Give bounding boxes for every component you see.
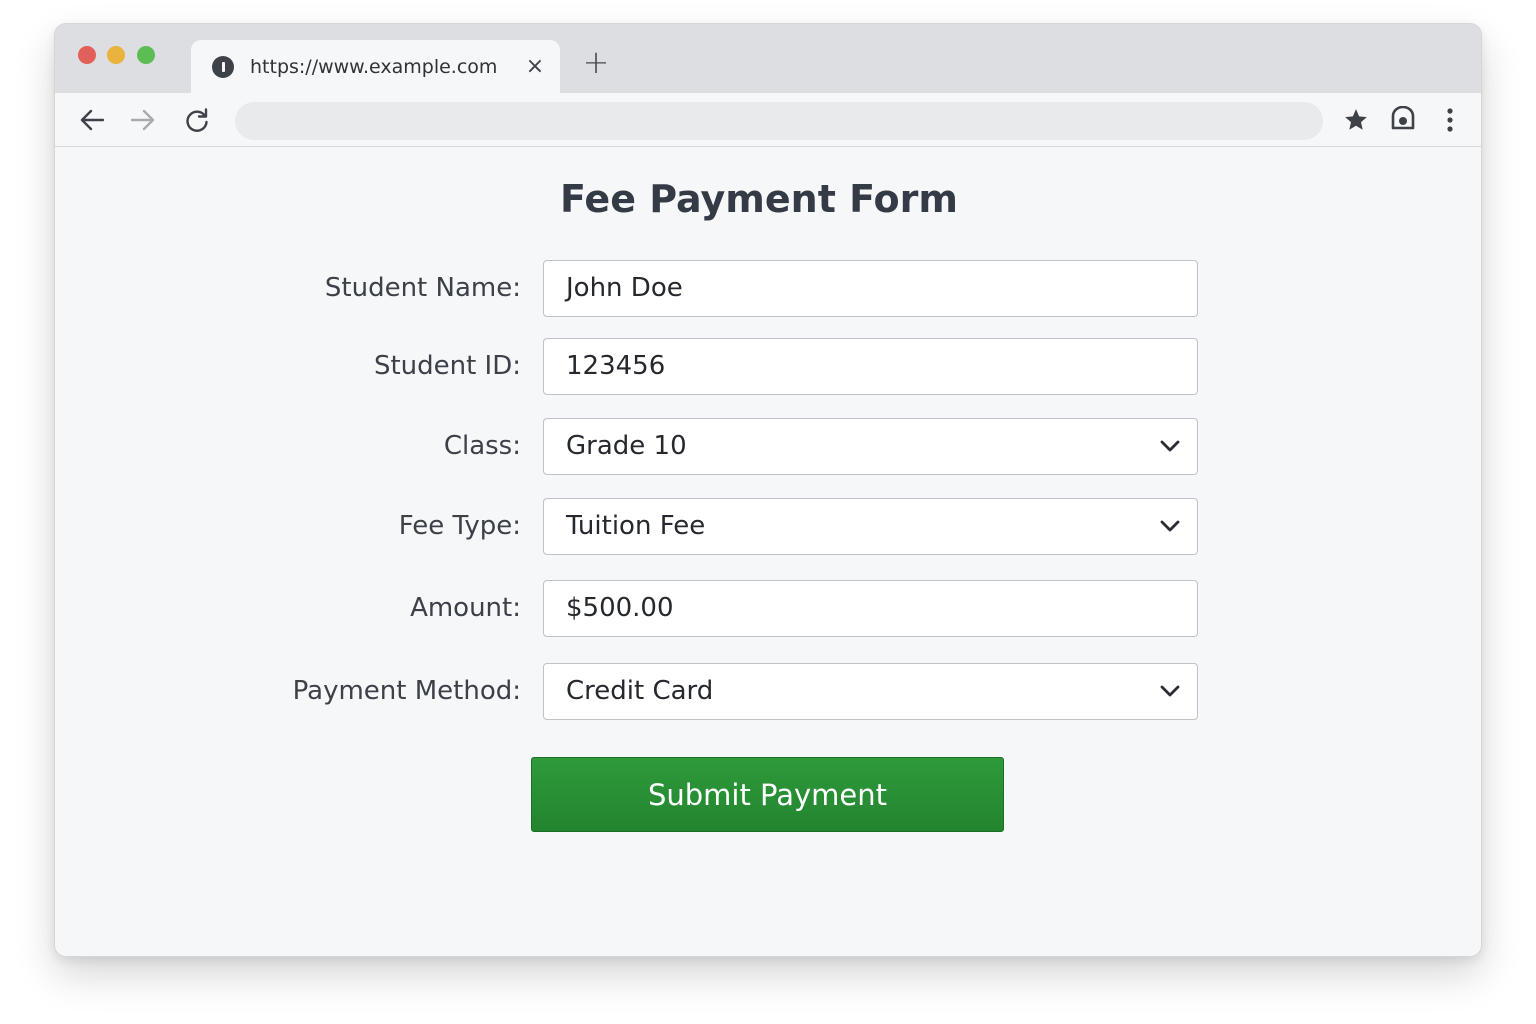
fee-type-row: Fee Type: Tuition Fee bbox=[55, 498, 1481, 555]
star-icon[interactable] bbox=[1341, 105, 1371, 135]
fee-type-value: Tuition Fee bbox=[566, 511, 706, 541]
amount-value: $500.00 bbox=[566, 593, 674, 623]
back-arrow-icon[interactable] bbox=[77, 105, 107, 135]
class-value: Grade 10 bbox=[566, 431, 687, 461]
chevron-down-icon bbox=[1160, 685, 1180, 697]
chevron-down-icon bbox=[1160, 440, 1180, 452]
payment-method-row: Payment Method: Credit Card bbox=[55, 663, 1481, 720]
close-tab-icon[interactable]: × bbox=[522, 53, 548, 81]
extension-icon[interactable] bbox=[1388, 105, 1418, 135]
tab-strip: https://www.example.com × + bbox=[55, 24, 1481, 93]
payment-method-select[interactable]: Credit Card bbox=[543, 663, 1198, 720]
new-tab-button[interactable]: + bbox=[582, 46, 610, 78]
page-content: Fee Payment Form Student Name: John Doe … bbox=[55, 147, 1481, 956]
amount-label: Amount: bbox=[410, 593, 521, 623]
browser-toolbar bbox=[55, 93, 1481, 147]
tab-title: https://www.example.com bbox=[250, 56, 498, 78]
payment-method-label: Payment Method: bbox=[292, 676, 521, 706]
reload-icon[interactable] bbox=[182, 105, 212, 135]
info-icon bbox=[212, 56, 234, 78]
minimize-window-button[interactable] bbox=[107, 46, 125, 64]
browser-window: https://www.example.com × + Fee Payment … bbox=[54, 23, 1482, 957]
forward-arrow-icon[interactable] bbox=[128, 105, 158, 135]
class-row: Class: Grade 10 bbox=[55, 418, 1481, 475]
maximize-window-button[interactable] bbox=[137, 46, 155, 64]
address-bar[interactable] bbox=[235, 102, 1323, 140]
student-name-row: Student Name: John Doe bbox=[55, 260, 1481, 317]
amount-row: Amount: $500.00 bbox=[55, 580, 1481, 637]
student-id-row: Student ID: 123456 bbox=[55, 338, 1481, 395]
class-label: Class: bbox=[443, 431, 521, 461]
amount-input[interactable]: $500.00 bbox=[543, 580, 1198, 637]
student-id-value: 123456 bbox=[566, 351, 666, 381]
close-window-button[interactable] bbox=[78, 46, 96, 64]
student-id-input[interactable]: 123456 bbox=[543, 338, 1198, 395]
kebab-menu-icon[interactable] bbox=[1435, 105, 1465, 135]
class-select[interactable]: Grade 10 bbox=[543, 418, 1198, 475]
student-name-value: John Doe bbox=[566, 273, 683, 303]
student-name-label: Student Name: bbox=[324, 273, 521, 303]
fee-type-label: Fee Type: bbox=[398, 511, 521, 541]
submit-payment-button[interactable]: Submit Payment bbox=[531, 757, 1004, 832]
chevron-down-icon bbox=[1160, 520, 1180, 532]
payment-method-value: Credit Card bbox=[566, 676, 714, 706]
fee-type-select[interactable]: Tuition Fee bbox=[543, 498, 1198, 555]
student-id-label: Student ID: bbox=[373, 351, 521, 381]
student-name-input[interactable]: John Doe bbox=[543, 260, 1198, 317]
browser-tab[interactable]: https://www.example.com × bbox=[191, 40, 560, 93]
page-title: Fee Payment Form bbox=[560, 177, 958, 221]
